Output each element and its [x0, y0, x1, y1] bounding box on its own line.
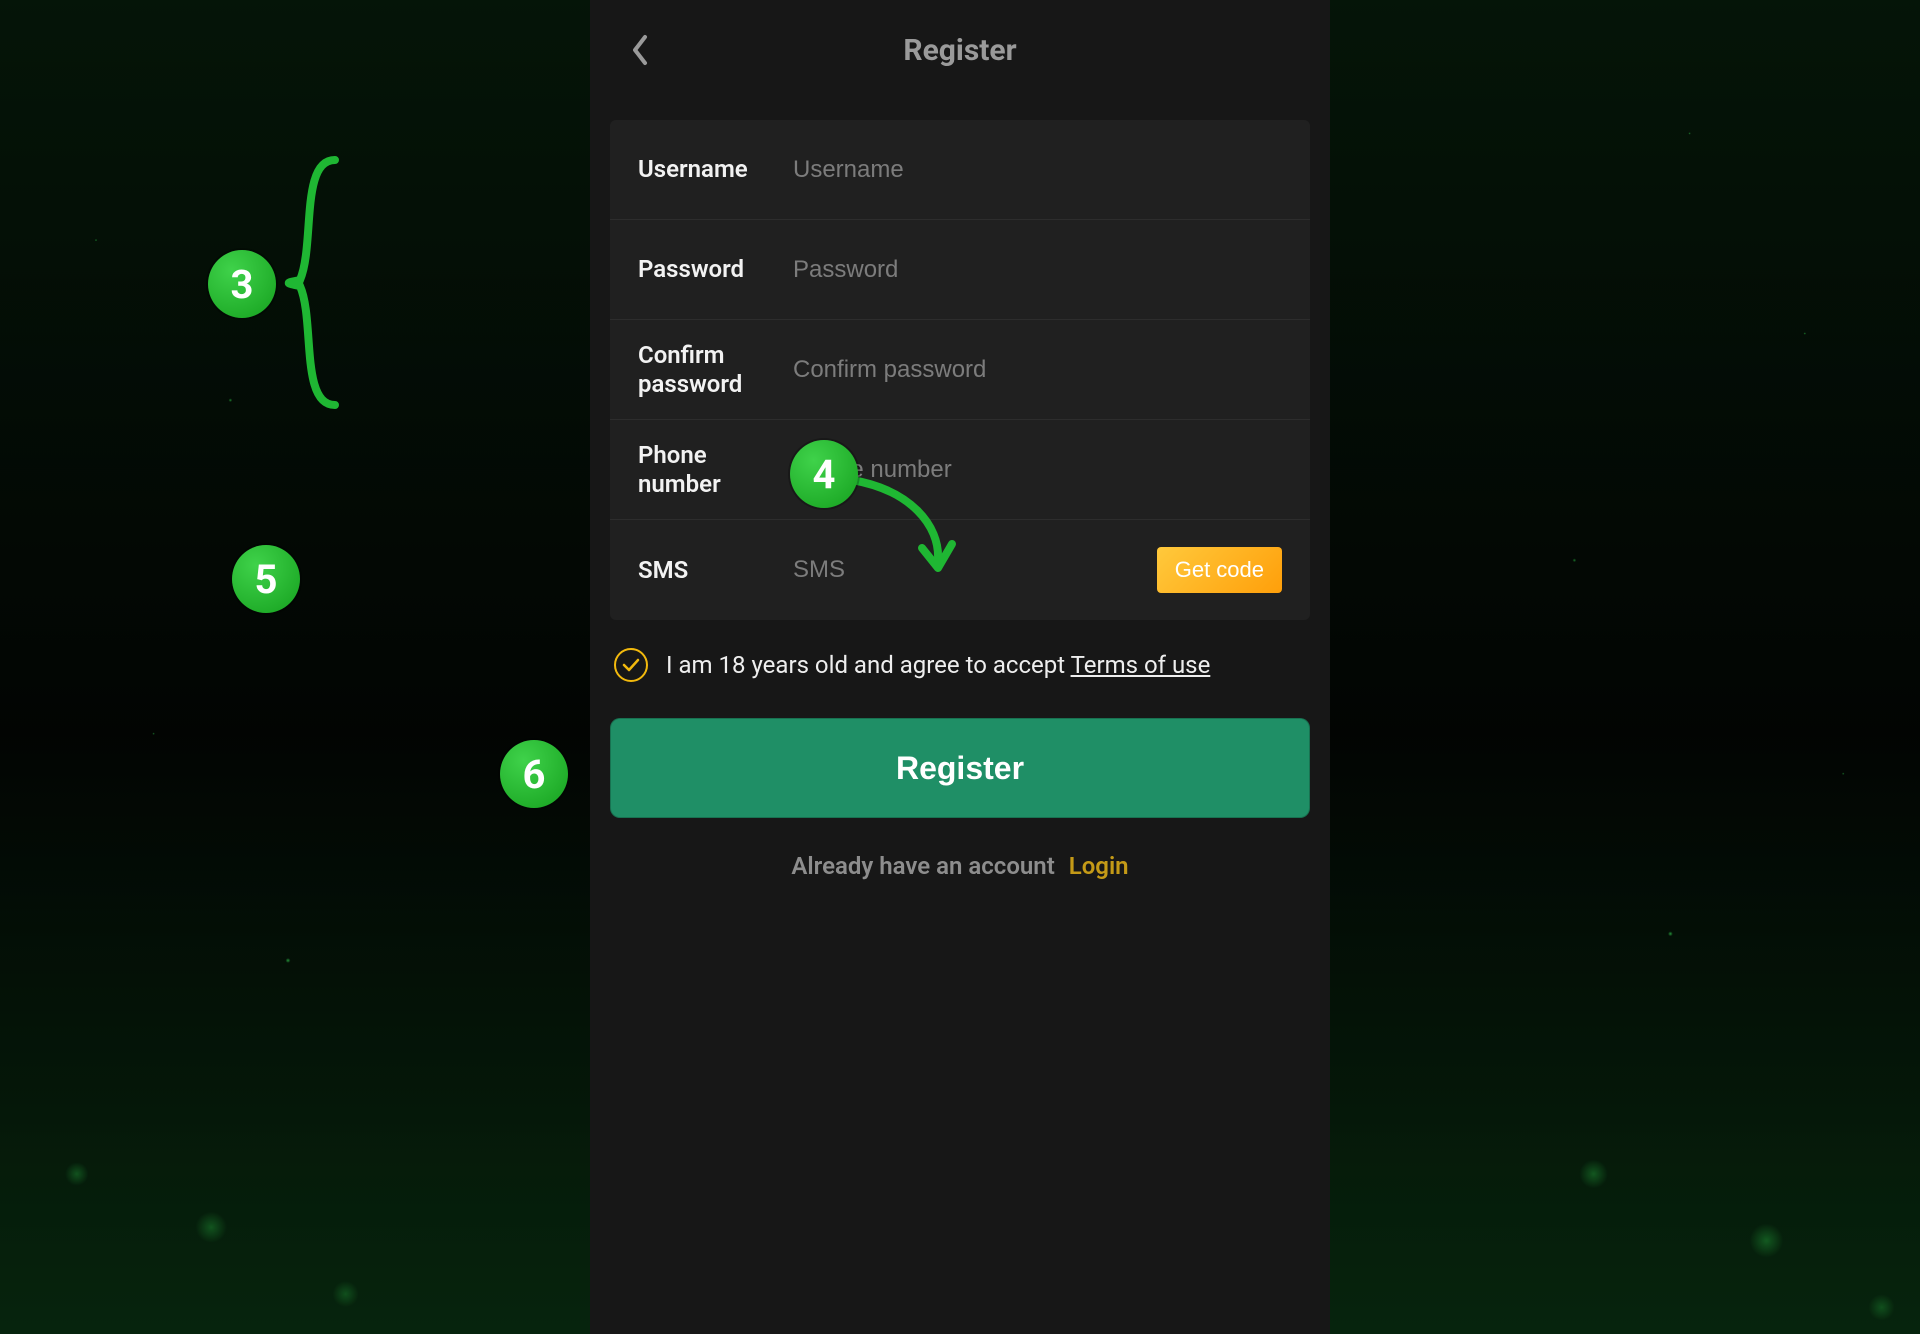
row-sms: SMS Get code	[610, 520, 1310, 620]
terms-checkbox[interactable]	[614, 648, 648, 682]
page-title: Register	[590, 33, 1330, 68]
register-screen: Register Username Password Confirm passw…	[590, 0, 1330, 1334]
login-link[interactable]: Login	[1069, 852, 1129, 880]
terms-prefix: I am 18 years old and agree to accept	[666, 651, 1071, 679]
header: Register	[590, 0, 1330, 100]
row-phone: Phone number	[610, 420, 1310, 520]
chevron-left-icon	[630, 34, 650, 66]
label-confirm-password: Confirm password	[638, 341, 793, 399]
input-phone[interactable]	[793, 456, 1282, 484]
register-button-label: Register	[896, 750, 1024, 787]
input-username[interactable]	[793, 156, 1282, 184]
row-confirm-password: Confirm password	[610, 320, 1310, 420]
login-line-text: Already have an account	[791, 852, 1054, 880]
register-button[interactable]: Register	[610, 718, 1310, 818]
label-username: Username	[638, 155, 793, 184]
input-password[interactable]	[793, 256, 1282, 284]
input-sms[interactable]	[793, 556, 1157, 584]
check-icon	[622, 658, 640, 672]
row-username: Username	[610, 120, 1310, 220]
label-phone: Phone number	[638, 441, 793, 499]
label-sms: SMS	[638, 556, 793, 585]
row-password: Password	[610, 220, 1310, 320]
terms-link[interactable]: Terms of use	[1071, 651, 1211, 679]
label-password: Password	[638, 255, 793, 284]
back-button[interactable]	[620, 30, 660, 70]
register-form: Username Password Confirm password Phone…	[610, 120, 1310, 620]
login-line: Already have an account Login	[590, 818, 1330, 914]
terms-row: I am 18 years old and agree to accept Te…	[590, 620, 1330, 704]
input-confirm-password[interactable]	[793, 356, 1282, 384]
get-code-button[interactable]: Get code	[1157, 547, 1282, 593]
terms-text: I am 18 years old and agree to accept Te…	[666, 651, 1210, 679]
